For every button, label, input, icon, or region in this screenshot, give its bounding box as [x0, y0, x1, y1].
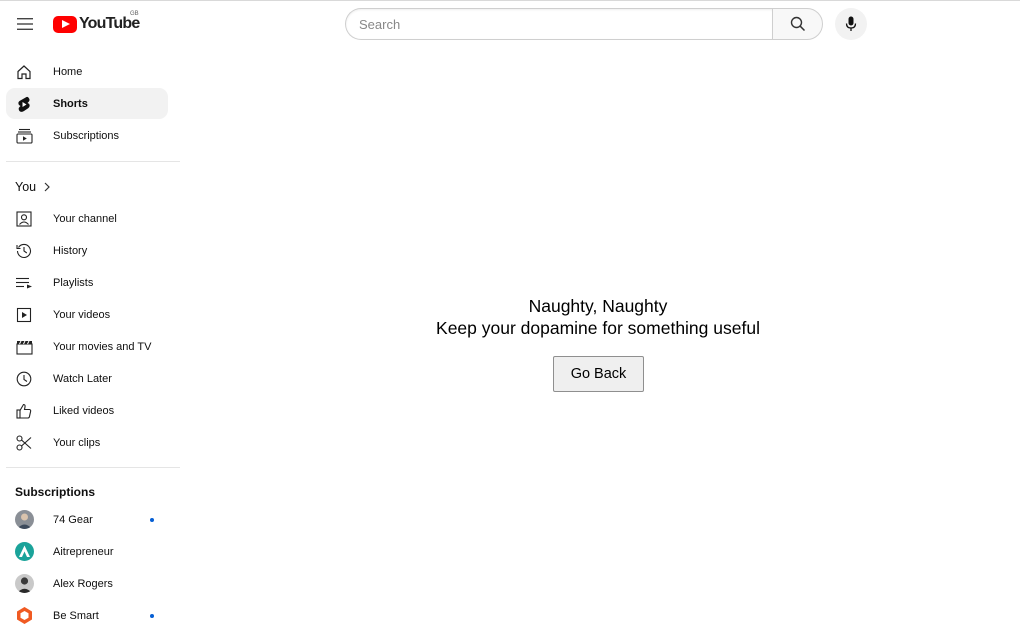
search-icon	[790, 16, 805, 32]
you-title: You	[15, 180, 37, 194]
menu-button[interactable]	[12, 11, 38, 37]
sidebar: Home Shorts Subscriptions You Your chann…	[0, 56, 186, 638]
home-icon	[15, 63, 33, 81]
channel-avatar	[15, 574, 34, 593]
scissors-icon	[15, 434, 33, 452]
chevron-right-icon	[44, 182, 50, 192]
sidebar-item-label: Liked videos	[53, 404, 115, 417]
block-title: Naughty, Naughty	[528, 296, 668, 316]
sidebar-item-label: Watch Later	[53, 372, 112, 385]
channel-avatar	[15, 606, 34, 625]
sidebar-item-your-channel[interactable]: Your channel	[6, 203, 168, 234]
sidebar-item-subscriptions[interactable]: Subscriptions	[6, 120, 168, 151]
masthead: YouTube GB	[0, 0, 1020, 48]
channel-name: 74 Gear	[53, 513, 93, 526]
search-button[interactable]	[772, 8, 823, 40]
voice-search-button[interactable]	[835, 8, 867, 40]
sidebar-item-home[interactable]: Home	[6, 56, 168, 87]
new-content-indicator	[150, 614, 154, 618]
subscriptions-icon	[15, 127, 33, 145]
channel-avatar	[15, 510, 34, 529]
subscription-channel-aitrepreneur[interactable]: Aitrepreneur	[6, 536, 168, 567]
sidebar-item-your-clips[interactable]: Your clips	[6, 427, 168, 458]
history-icon	[15, 242, 33, 260]
subscription-channel-74-gear[interactable]: 74 Gear	[6, 504, 168, 535]
channel-name: Aitrepreneur	[53, 545, 114, 558]
sidebar-item-label: Your videos	[53, 308, 111, 321]
channel-name: Be Smart	[53, 609, 99, 622]
youtube-play-icon	[53, 15, 77, 33]
sidebar-item-label: Your movies and TV	[53, 340, 152, 353]
clock-icon	[15, 370, 33, 388]
sidebar-item-label: Home	[53, 65, 83, 78]
sidebar-item-label: Your channel	[53, 212, 117, 225]
sidebar-item-your-movies-and-tv[interactable]: Your movies and TV	[6, 331, 168, 362]
sidebar-item-label: History	[53, 244, 88, 257]
go-back-button[interactable]: Go Back	[553, 356, 644, 392]
sidebar-item-your-videos[interactable]: Your videos	[6, 299, 168, 330]
sidebar-item-label: Your clips	[53, 436, 101, 449]
sidebar-item-liked-videos[interactable]: Liked videos	[6, 395, 168, 426]
channel-icon	[15, 210, 33, 228]
thumbs-up-icon	[15, 402, 33, 420]
search-input[interactable]	[345, 8, 773, 40]
subscription-channel-be-smart[interactable]: Be Smart	[6, 600, 168, 631]
video-icon	[15, 306, 33, 324]
shorts-icon	[15, 95, 33, 113]
microphone-icon	[845, 16, 857, 31]
sidebar-item-history[interactable]: History	[6, 235, 168, 266]
sidebar-divider	[6, 467, 180, 468]
new-content-indicator	[150, 518, 154, 522]
sidebar-item-watch-later[interactable]: Watch Later	[6, 363, 168, 394]
you-section-header[interactable]: You	[15, 180, 50, 194]
channel-name: Alex Rogers	[53, 577, 113, 590]
hamburger-icon	[17, 18, 33, 30]
block-message: Keep your dopamine for something useful	[436, 318, 760, 338]
channel-avatar	[15, 542, 34, 561]
logo-text: YouTube	[79, 15, 140, 32]
subscription-channel-alex-rogers[interactable]: Alex Rogers	[6, 568, 168, 599]
sidebar-divider	[6, 161, 180, 162]
sidebar-item-label: Playlists	[53, 276, 94, 289]
youtube-logo[interactable]: YouTube	[53, 13, 140, 35]
sidebar-item-label: Subscriptions	[53, 129, 120, 142]
sidebar-item-label: Shorts	[53, 97, 88, 110]
country-code: GB	[130, 11, 139, 17]
sidebar-item-playlists[interactable]: Playlists	[6, 267, 168, 298]
movies-icon	[15, 338, 33, 356]
playlists-icon	[15, 274, 33, 292]
sidebar-item-shorts[interactable]: Shorts	[6, 88, 168, 119]
subscriptions-section-header: Subscriptions	[15, 485, 95, 499]
subscriptions-title: Subscriptions	[15, 485, 96, 499]
